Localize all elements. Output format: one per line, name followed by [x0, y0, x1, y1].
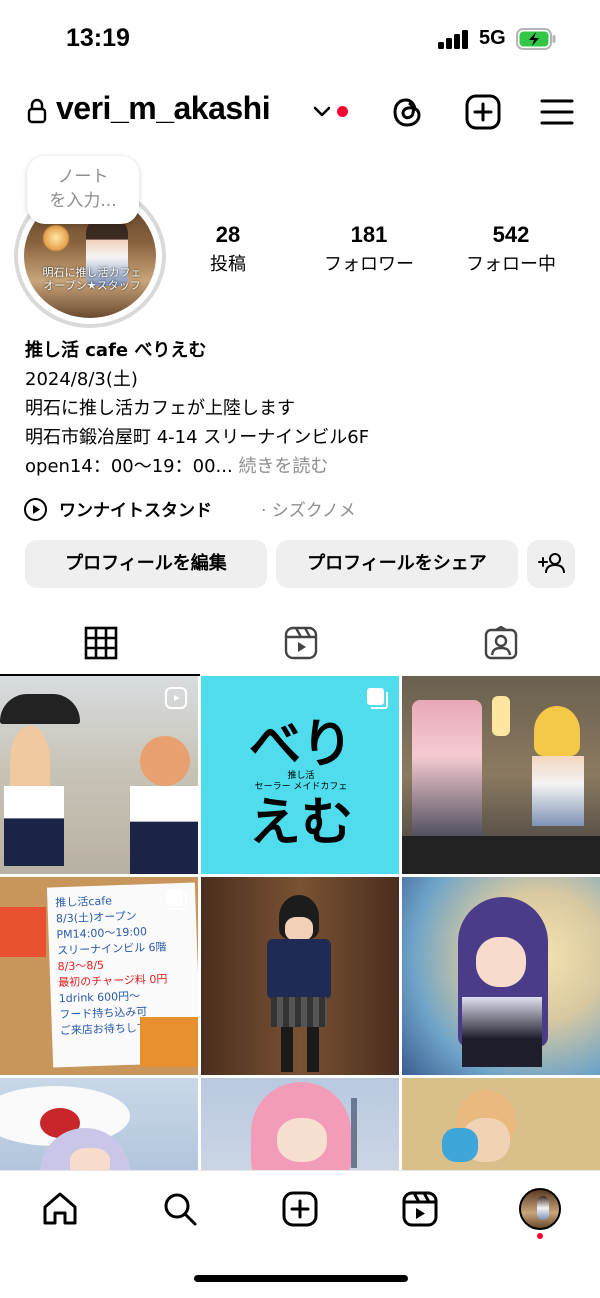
reels-nav-icon[interactable]	[400, 1189, 440, 1229]
song-artist: · シズクノメ	[261, 501, 356, 521]
network-type: 5G	[479, 27, 506, 49]
status-bar: 13:19 5G	[0, 0, 600, 80]
display-name: 推し活 cafe べりえむ	[25, 340, 207, 361]
battery-icon	[516, 28, 556, 50]
home-icon[interactable]	[40, 1189, 80, 1229]
post-thumbnail[interactable]	[402, 1078, 600, 1170]
carousel-badge-icon	[166, 889, 187, 910]
bio-line-3: 明石市鍛冶屋町 4-14 スリーナインビル6F	[25, 427, 370, 448]
stat-following[interactable]: 542 フォロー中	[452, 222, 570, 276]
posts-count: 28	[215, 222, 241, 247]
signal-icon	[438, 29, 470, 49]
profile-tabs	[0, 614, 600, 676]
edit-profile-button[interactable]: プロフィールを編集	[25, 540, 267, 588]
reels-icon	[284, 626, 318, 660]
following-label: フォロー中	[466, 254, 556, 275]
bio-line-2: 明石に推し活カフェが上陸します	[25, 398, 295, 419]
followers-count: 181	[350, 222, 388, 247]
reel-badge-icon	[165, 687, 187, 709]
play-circle-icon	[24, 498, 47, 521]
logo-subtitle-1: 推し活	[287, 771, 315, 781]
carousel-badge-icon	[367, 688, 388, 709]
read-more-link[interactable]: 続きを読む	[238, 456, 328, 477]
following-count: 542	[492, 222, 530, 247]
logo-subtitle: 推し活 セーラー メイドカフェ	[221, 771, 381, 793]
post-thumbnail[interactable]	[201, 877, 399, 1075]
add-user-button[interactable]	[527, 540, 575, 588]
profile-notification-dot	[537, 1233, 543, 1239]
stat-followers[interactable]: 181 フォロワー	[310, 222, 428, 276]
song-title: ワンナイトスタンド	[59, 501, 212, 521]
home-indicator[interactable]	[194, 1275, 408, 1282]
profile-header: veri_m_akashi	[0, 84, 600, 140]
search-icon[interactable]	[160, 1189, 200, 1229]
logo-text-1: べり	[248, 715, 353, 775]
notification-dot	[337, 106, 348, 117]
note-placeholder-1: ノート	[57, 167, 109, 187]
create-post-icon[interactable]	[463, 92, 503, 132]
post-thumbnail[interactable]	[402, 877, 600, 1075]
stat-posts[interactable]: 28 投稿	[192, 222, 264, 276]
status-time: 13:19	[66, 24, 130, 52]
lock-icon	[27, 98, 47, 124]
grid-icon	[84, 626, 118, 660]
tagged-icon	[484, 626, 518, 660]
profile-avatar-nav[interactable]	[519, 1188, 561, 1230]
share-profile-button[interactable]: プロフィールをシェア	[276, 540, 518, 588]
tab-posts-grid[interactable]	[0, 614, 200, 676]
add-user-icon	[538, 553, 565, 574]
instagram-profile-screen: 13:19 5G veri_m_akashi 明石に推し活カフェ オープン★スタ…	[0, 0, 600, 1298]
followers-label: フォロワー	[324, 254, 414, 275]
note-placeholder-2: を入力...	[49, 191, 117, 211]
bio-line-4: open14：00～19：00...	[25, 456, 233, 477]
post-thumbnail[interactable]	[201, 1078, 399, 1170]
post-thumbnail[interactable]: 推し活cafe 8/3(土)オープン PM14:00〜19:00 スリーナインビ…	[0, 877, 198, 1075]
posts-label: 投稿	[210, 254, 246, 275]
tab-reels[interactable]	[200, 614, 400, 674]
logo-text-2: えむ	[248, 793, 353, 853]
threads-icon[interactable]	[388, 92, 428, 132]
tab-tagged[interactable]	[400, 614, 600, 674]
menu-icon[interactable]	[537, 92, 577, 132]
bio-line-1: 2024/8/3(土)	[25, 369, 138, 390]
post-thumbnail[interactable]	[0, 1078, 198, 1170]
username[interactable]: veri_m_akashi	[56, 90, 271, 127]
posts-grid: べり 推し活 セーラー メイドカフェ えむ 推し活cafe 8/3(土)オープン	[0, 676, 600, 1170]
avatar-overlay-text-2: オープン★スタッフ	[43, 279, 141, 292]
avatar-overlay-text-1: 明石に推し活カフェ	[42, 266, 142, 279]
post-thumbnail[interactable]	[0, 676, 198, 874]
post-thumbnail[interactable]: べり 推し活 セーラー メイドカフェ えむ	[201, 676, 399, 874]
note-bubble[interactable]: ノート を入力...	[27, 156, 139, 224]
chevron-down-icon[interactable]	[311, 100, 333, 122]
logo-subtitle-2: セーラー メイドカフェ	[254, 782, 348, 792]
post-thumbnail[interactable]	[402, 676, 600, 874]
bio: 推し活 cafe べりえむ 2024/8/3(土) 明石に推し活カフェが上陸しま…	[25, 336, 585, 481]
create-icon[interactable]	[280, 1189, 320, 1229]
